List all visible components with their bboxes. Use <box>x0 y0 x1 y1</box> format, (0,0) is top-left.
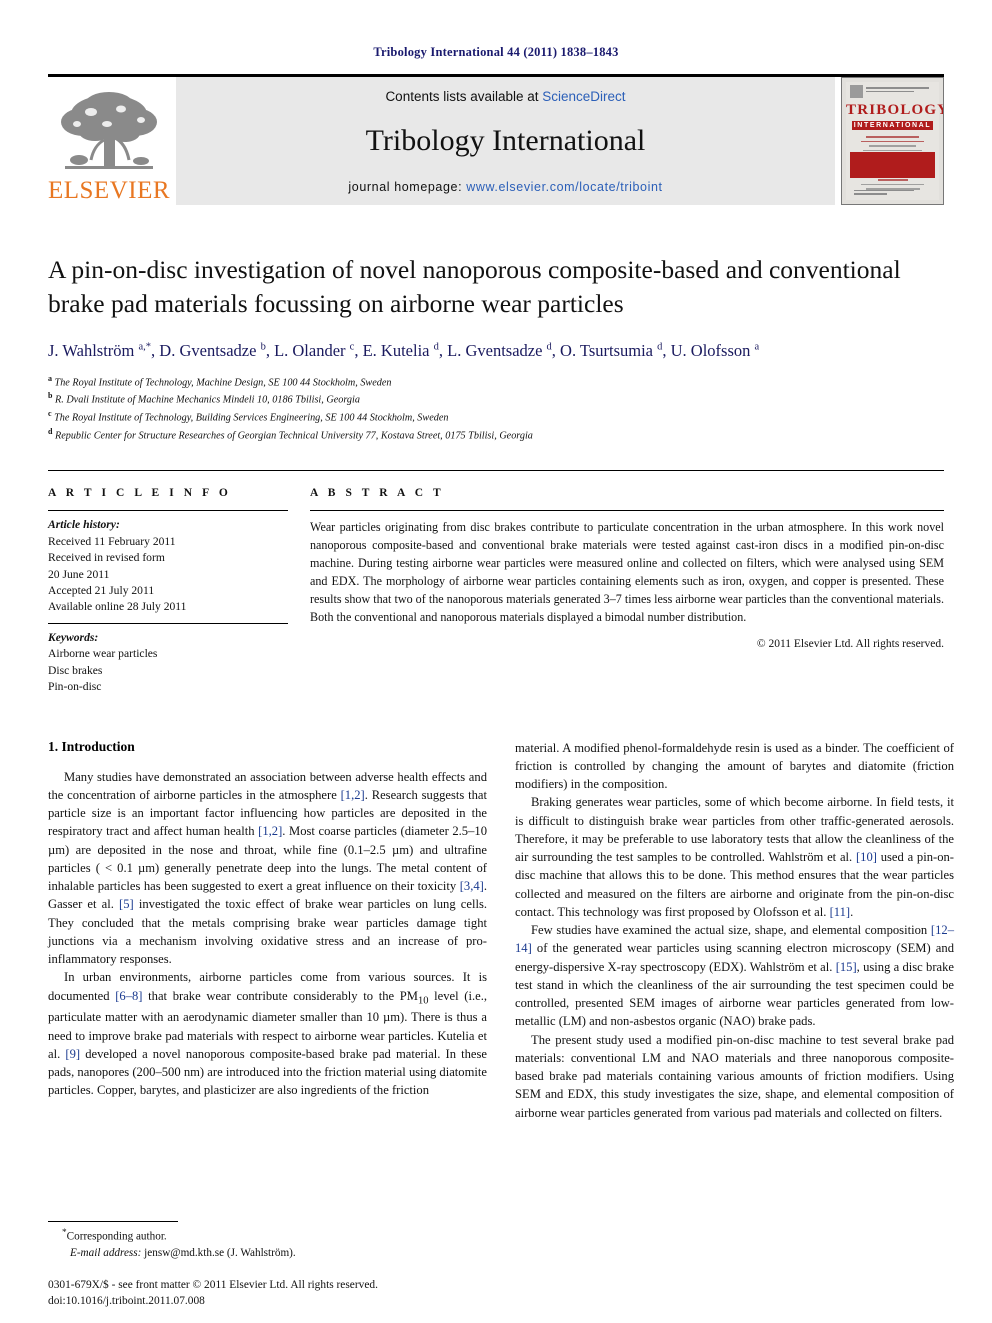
journal-title: Tribology International <box>365 123 646 157</box>
affiliation-item: d Republic Center for Structure Research… <box>48 426 944 444</box>
article-history-group: Article history: Received 11 February 20… <box>48 511 288 623</box>
contents-available-line: Contents lists available at ScienceDirec… <box>385 89 625 104</box>
citation-ref[interactable]: [10] <box>856 850 877 864</box>
citation-ref[interactable]: [9] <box>65 1047 80 1061</box>
paragraph: In urban environments, airborne particle… <box>48 970 488 1098</box>
corresponding-author-text: Corresponding author. <box>66 1230 167 1243</box>
citation-ref[interactable]: [3,4] <box>460 879 484 893</box>
running-head: Tribology International 44 (2011) 1838–1… <box>373 45 619 59</box>
journal-cover-thumbnail: TRIBOLOGY INTERNATIONAL <box>841 77 944 205</box>
affiliation-text: Republic Center for Structure Researches… <box>55 430 533 442</box>
section-heading-introduction: 1. Introduction <box>48 738 135 754</box>
contents-prefix: Contents lists available at <box>385 88 543 104</box>
body-columns: 1. Introduction Many studies have demons… <box>48 739 954 1122</box>
affiliation-text: The Royal Institute of Technology, Build… <box>54 412 449 424</box>
paper-title: A pin-on-disc investigation of novel nan… <box>48 255 901 318</box>
citation-ref[interactable]: [11] <box>830 905 851 919</box>
citation-ref[interactable]: [15] <box>836 960 857 974</box>
keyword-item: Pin-on-disc <box>48 680 102 694</box>
elsevier-logo: ELSEVIER <box>48 77 170 205</box>
journal-homepage-line: journal homepage: www.elsevier.com/locat… <box>348 180 662 194</box>
article-info-heading: A R T I C L E I N F O <box>48 487 232 500</box>
banner-center: Contents lists available at ScienceDirec… <box>176 77 835 205</box>
issn-line: 0301-679X/$ - see front matter © 2011 El… <box>48 1278 378 1291</box>
email-value[interactable]: jensw@md.kth.se (J. Wahlström). <box>144 1247 296 1259</box>
journal-banner: ELSEVIER Contents lists available at Sci… <box>48 74 944 205</box>
cover-badge-icon <box>850 85 863 98</box>
affiliation-item: c The Royal Institute of Technology, Bui… <box>48 408 944 426</box>
affiliation-item: b R. Dvali Institute of Machine Mechanic… <box>48 390 944 408</box>
abstract-heading: A B S T R A C T <box>310 487 445 500</box>
elsevier-tree-icon <box>61 92 157 169</box>
journal-homepage-link[interactable]: www.elsevier.com/locate/triboint <box>466 180 662 194</box>
body-column-right: material. A modified phenol-formaldehyde… <box>515 739 954 1122</box>
abstract-column: A B S T R A C T Wear particles originati… <box>310 487 944 703</box>
cover-red-block <box>850 152 935 178</box>
paragraph: Braking generates wear particles, some o… <box>515 795 954 919</box>
article-history-item: Received 11 February 2011 <box>48 534 176 548</box>
affiliation-marker: c <box>48 409 52 419</box>
sciencedirect-link[interactable]: ScienceDirect <box>542 89 625 104</box>
keyword-item: Disc brakes <box>48 663 103 677</box>
issn-doi-block: 0301-679X/$ - see front matter © 2011 El… <box>48 1277 518 1309</box>
email-label: E-mail address: <box>70 1246 142 1259</box>
article-history-label: Article history: <box>48 518 120 532</box>
keywords-label: Keywords: <box>48 630 99 644</box>
paragraph: The present study used a modified pin-on… <box>515 1032 954 1120</box>
cover-footer-lines <box>854 189 914 195</box>
article-history-item: Available online 28 July 2011 <box>48 600 187 614</box>
article-history-item: Received in revised form <box>48 551 165 565</box>
paragraph: Many studies have demonstrated an associ… <box>48 769 487 967</box>
affiliation-item: a The Royal Institute of Technology, Mac… <box>48 373 944 391</box>
cover-top-row <box>846 82 939 98</box>
citation-ref[interactable]: [1,2] <box>341 788 365 802</box>
cover-title-main: TRIBOLOGY <box>846 102 944 118</box>
paragraph: material. A modified phenol-formaldehyde… <box>515 740 954 792</box>
affiliation-marker: a <box>48 373 52 383</box>
affiliation-marker: b <box>48 391 53 401</box>
abstract-copyright: © 2011 Elsevier Ltd. All rights reserved… <box>756 638 944 651</box>
keyword-item: Airborne wear particles <box>48 647 158 661</box>
info-abstract-section: A R T I C L E I N F O Article history: R… <box>48 470 944 703</box>
elsevier-wordmark: ELSEVIER <box>47 177 171 204</box>
title-block: A pin-on-disc investigation of novel nan… <box>48 253 944 444</box>
article-history-item: Accepted 21 July 2011 <box>48 583 155 597</box>
paragraph: Few studies have examined the actual siz… <box>515 923 954 1029</box>
paper-page: Tribology International 44 (2011) 1838–1… <box>0 0 992 1323</box>
keywords-group: Keywords: Airborne wear particles Disc b… <box>48 624 288 703</box>
footnote-rule <box>48 1220 178 1222</box>
author-list: J. Wahlström a,*, D. Gventsadze b, L. Ol… <box>48 341 760 361</box>
cover-microtext <box>866 85 935 92</box>
citation-ref[interactable]: [1,2] <box>258 824 282 838</box>
cover-inner: TRIBOLOGY INTERNATIONAL <box>846 82 944 200</box>
affiliation-marker: d <box>48 427 53 437</box>
citation-ref[interactable]: [12–14] <box>515 923 954 955</box>
cover-title-sub: INTERNATIONAL <box>852 121 933 130</box>
footnote-block: *Corresponding author. E-mail address: j… <box>48 1220 487 1261</box>
affiliation-list: a The Royal Institute of Technology, Mac… <box>48 373 944 445</box>
corresponding-author-note: *Corresponding author. E-mail address: j… <box>48 1227 487 1261</box>
affiliation-text: R. Dvali Institute of Machine Mechanics … <box>55 394 360 406</box>
article-history-item: 20 June 2011 <box>48 567 110 581</box>
citation-ref[interactable]: [5] <box>119 897 134 911</box>
abstract-text: Wear particles originating from disc bra… <box>310 520 944 624</box>
affiliation-text: The Royal Institute of Technology, Machi… <box>54 376 392 388</box>
article-info-column: A R T I C L E I N F O Article history: R… <box>48 487 288 703</box>
homepage-prefix: journal homepage: <box>348 179 467 194</box>
citation-ref[interactable]: [6–8] <box>115 989 142 1003</box>
doi-line: doi:10.1016/j.triboint.2011.07.008 <box>48 1294 205 1307</box>
body-column-left: 1. Introduction Many studies have demons… <box>48 739 487 1122</box>
